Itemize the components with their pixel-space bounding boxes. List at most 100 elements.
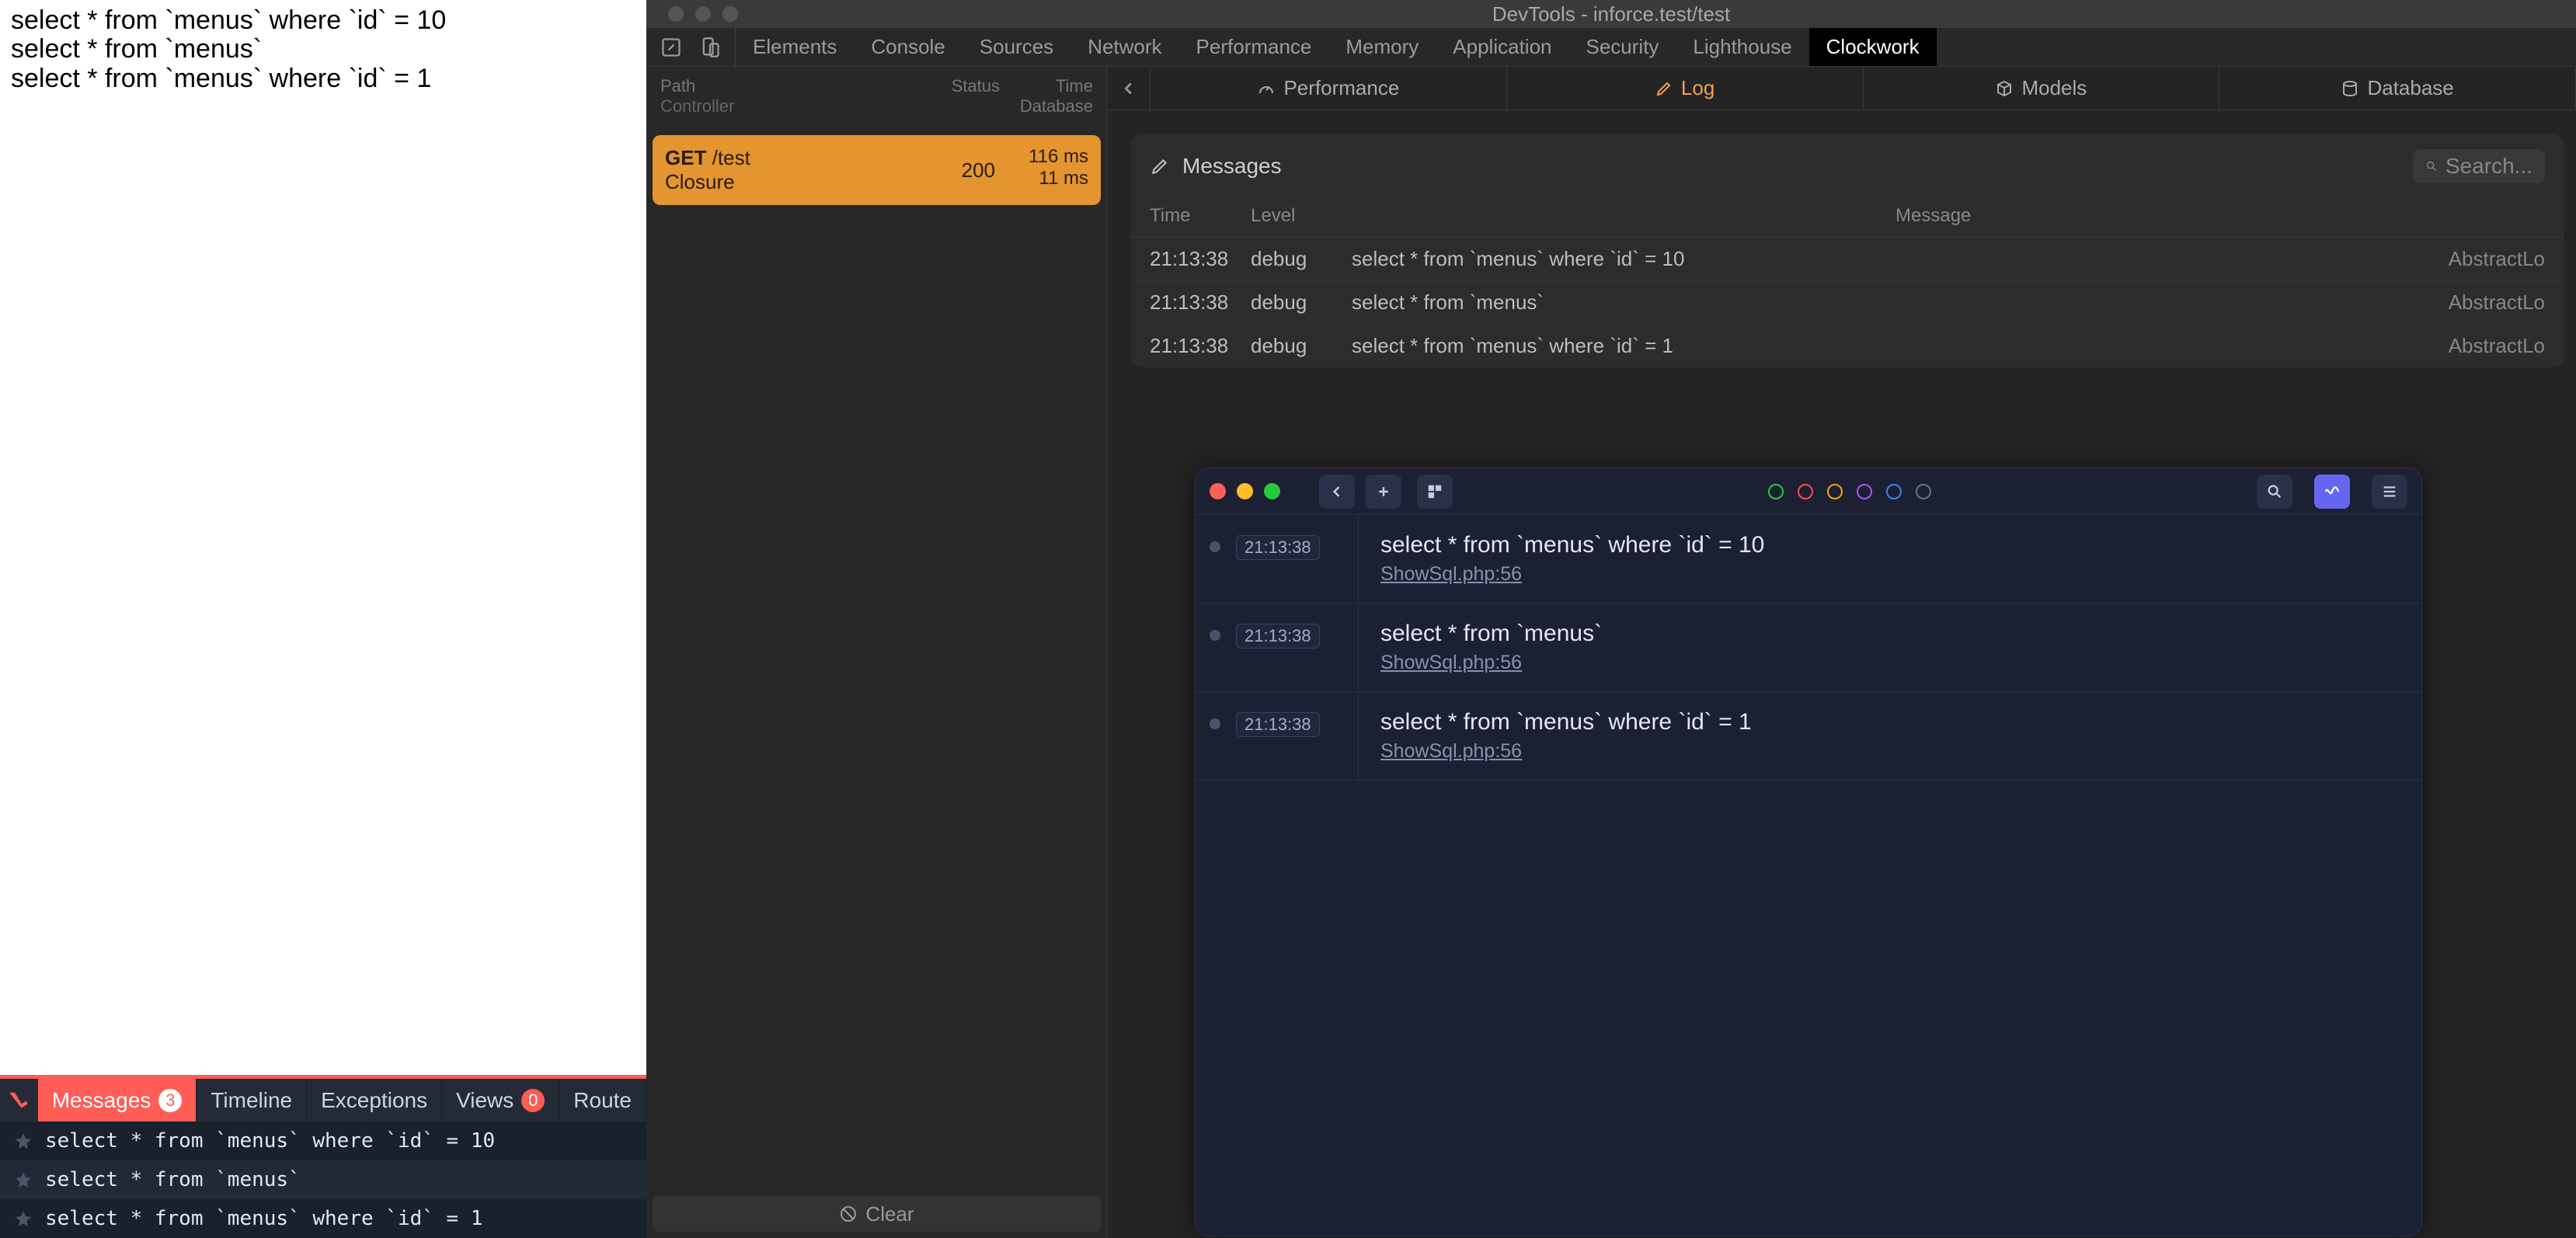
tab-lighthouse[interactable]: Lighthouse — [1676, 28, 1808, 66]
ray-row[interactable]: 21:13:38 select * from `menus` where `id… — [1196, 692, 2421, 781]
devtools-tabs: Elements Console Sources Network Perform… — [646, 28, 2576, 67]
window-title: DevTools - inforce.test/test — [646, 2, 2576, 26]
cube-icon — [1995, 79, 2014, 98]
msg-level: debug — [1251, 334, 1352, 358]
request-method: GET — [665, 146, 706, 169]
sub-tab-database[interactable]: Database — [2219, 67, 2576, 110]
edit-icon[interactable] — [1150, 156, 1170, 176]
search-button[interactable] — [2257, 475, 2292, 509]
search-placeholder: Search... — [2445, 154, 2532, 179]
star-icon — [14, 1132, 33, 1150]
message-row[interactable]: 21:13:38 debug select * from `menus` Abs… — [1131, 280, 2564, 324]
sub-tab-label: Database — [2367, 76, 2453, 100]
dot-icon — [1210, 541, 1220, 552]
debugbar-header: Messages 3 Timeline Exceptions Views 0 R… — [0, 1079, 646, 1122]
ray-row[interactable]: 21:13:38 select * from `menus` where `id… — [1196, 515, 2421, 603]
tab-elements[interactable]: Elements — [736, 28, 854, 66]
add-button[interactable] — [1366, 475, 1401, 509]
back-button[interactable] — [1108, 67, 1150, 110]
msg-level: debug — [1251, 247, 1352, 271]
msg-time: 21:13:38 — [1150, 334, 1251, 358]
tab-clockwork[interactable]: Clockwork — [1809, 28, 1937, 66]
filter-purple[interactable] — [1857, 484, 1872, 499]
minimize-icon[interactable] — [1237, 483, 1253, 499]
tab-route[interactable]: Route — [559, 1079, 646, 1122]
msg-time: 21:13:38 — [1150, 247, 1251, 271]
ray-query: select * from `menus` — [1380, 621, 2400, 647]
plus-icon — [1376, 484, 1391, 499]
sub-tab-label: Log — [1681, 76, 1714, 100]
tab-console[interactable]: Console — [854, 28, 962, 66]
debugbar-message-row[interactable]: select * from `menus` where `id` = 10 — [0, 1122, 646, 1160]
ray-row[interactable]: 21:13:38 select * from `menus` ShowSql.p… — [1196, 603, 2421, 692]
tab-memory[interactable]: Memory — [1328, 28, 1436, 66]
ray-row-side: 21:13:38 — [1196, 515, 1359, 603]
back-button[interactable] — [1319, 475, 1355, 509]
message-row[interactable]: 21:13:38 debug select * from `menus` whe… — [1131, 237, 2564, 280]
filter-green[interactable] — [1768, 484, 1784, 499]
col-level: Level — [1251, 205, 1352, 227]
tab-label: Exceptions — [321, 1088, 427, 1113]
sub-tab-models[interactable]: Models — [1864, 67, 2220, 110]
database-icon — [2341, 79, 2359, 98]
tab-views[interactable]: Views 0 — [442, 1079, 559, 1122]
inspect-icon[interactable] — [660, 37, 682, 58]
sub-tab-performance[interactable]: Performance — [1150, 67, 1507, 110]
message-text: select * from `menus` — [45, 1168, 301, 1191]
layout-icon — [1426, 483, 1443, 500]
msg-source: AbstractLo — [2436, 290, 2545, 315]
ray-timestamp: 21:13:38 — [1236, 624, 1320, 649]
dot-icon — [1210, 718, 1220, 729]
layout-button[interactable] — [1417, 475, 1453, 509]
maximize-icon[interactable] — [1264, 483, 1280, 499]
window-controls[interactable] — [1210, 483, 1280, 499]
tab-exceptions[interactable]: Exceptions — [307, 1079, 442, 1122]
wave-button[interactable] — [2314, 475, 2350, 509]
ray-source-link[interactable]: ShowSql.php:56 — [1380, 652, 1522, 674]
ray-row-side: 21:13:38 — [1196, 692, 1359, 780]
devtools-titlebar: DevTools - inforce.test/test — [646, 0, 2576, 28]
clear-button[interactable]: Clear — [653, 1196, 1101, 1232]
inspect-tools[interactable] — [646, 28, 736, 66]
tab-network[interactable]: Network — [1070, 28, 1178, 66]
tab-messages[interactable]: Messages 3 — [38, 1079, 197, 1122]
dot-icon — [1210, 630, 1220, 641]
debugbar-message-row[interactable]: select * from `menus` — [0, 1160, 646, 1199]
messages-columns: Time Level Message — [1131, 199, 2564, 237]
tab-performance[interactable]: Performance — [1179, 28, 1329, 66]
ray-body: 21:13:38 select * from `menus` where `id… — [1196, 515, 2421, 1236]
search-icon — [2266, 483, 2283, 500]
panel-title: Messages — [1182, 154, 1282, 179]
filter-orange[interactable] — [1827, 484, 1843, 499]
request-controller: Closure — [665, 170, 933, 194]
filter-blue[interactable] — [1886, 484, 1902, 499]
msg-text: select * from `menus` where `id` = 10 — [1352, 247, 2436, 271]
device-icon[interactable] — [699, 37, 721, 58]
msg-time: 21:13:38 — [1150, 290, 1251, 315]
request-time: 116 ms — [995, 146, 1088, 168]
ray-query: select * from `menus` where `id` = 10 — [1380, 532, 2400, 558]
request-row[interactable]: GET /test Closure 200 116 ms 11 ms — [653, 135, 1101, 205]
close-icon[interactable] — [1210, 483, 1226, 499]
tab-application[interactable]: Application — [1436, 28, 1568, 66]
star-icon — [14, 1209, 33, 1228]
filter-gray[interactable] — [1916, 484, 1931, 499]
ray-source-link[interactable]: ShowSql.php:56 — [1380, 740, 1522, 763]
tab-sources[interactable]: Sources — [963, 28, 1070, 66]
clear-label: Clear — [865, 1202, 914, 1226]
sub-tab-label: Performance — [1283, 76, 1399, 100]
list-button[interactable] — [2372, 475, 2407, 509]
tab-timeline[interactable]: Timeline — [197, 1079, 307, 1122]
filter-red[interactable] — [1798, 484, 1813, 499]
search-input[interactable]: Search... — [2413, 149, 2545, 183]
sub-tab-log[interactable]: Log — [1507, 67, 1864, 110]
ray-source-link[interactable]: ShowSql.php:56 — [1380, 563, 1522, 586]
ray-titlebar — [1196, 468, 2421, 515]
laravel-icon[interactable] — [0, 1079, 38, 1122]
tab-security[interactable]: Security — [1569, 28, 1676, 66]
panel-header: Messages Search... — [1131, 134, 2564, 199]
message-row[interactable]: 21:13:38 debug select * from `menus` whe… — [1131, 324, 2564, 367]
debugbar-message-row[interactable]: select * from `menus` where `id` = 1 — [0, 1199, 646, 1238]
tab-label: Views — [456, 1088, 513, 1113]
page-line: select * from `menus` where `id` = 1 — [11, 64, 446, 93]
